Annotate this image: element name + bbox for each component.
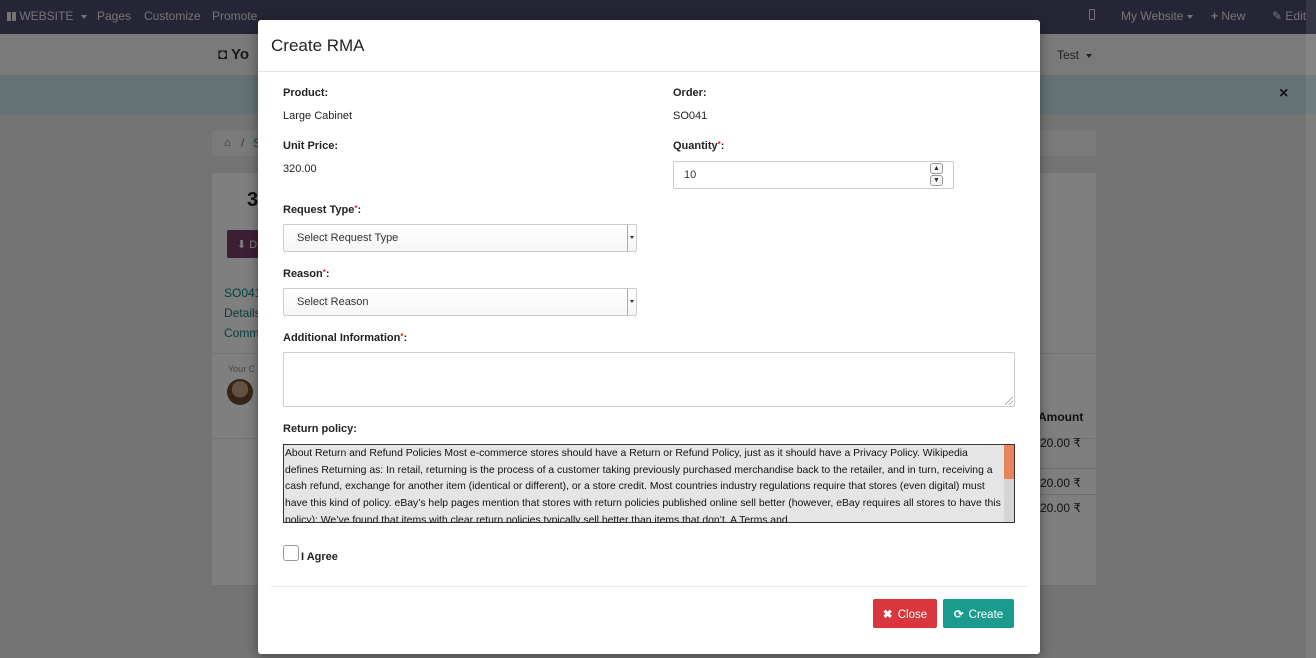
label-colon: : xyxy=(325,268,330,280)
return-policy-text: About Return and Refund Policies Most e-… xyxy=(285,448,1001,523)
label-colon: : xyxy=(403,332,408,344)
unit-price-label: Unit Price: xyxy=(283,140,339,152)
additional-info-label: Additional Information*: xyxy=(283,332,407,344)
additional-info-label-text: Additional Information xyxy=(283,332,401,344)
close-button-label: Close xyxy=(897,609,928,621)
create-rma-dialog: Create RMA Product: Large Cabinet Order:… xyxy=(258,20,1040,654)
close-icon: ✖ xyxy=(882,609,893,621)
product-label: Product: xyxy=(283,87,329,99)
quantity-label: Quantity*: xyxy=(673,140,724,152)
quantity-input[interactable]: 10 ▲ ▼ xyxy=(673,161,954,189)
page-scrollbar[interactable] xyxy=(1306,0,1316,658)
chevron-down-icon xyxy=(627,225,636,251)
create-button[interactable]: ⟳ Create xyxy=(943,599,1014,628)
order-value: SO041 xyxy=(673,110,708,122)
increment-icon[interactable]: ▲ xyxy=(930,163,943,174)
label-colon: : xyxy=(357,204,362,216)
dialog-title: Create RMA xyxy=(271,36,365,55)
unit-price-value: 320.00 xyxy=(283,163,317,175)
additional-info-textarea[interactable] xyxy=(283,352,1015,407)
return-policy-label: Return policy: xyxy=(283,423,357,435)
order-label: Order: xyxy=(673,87,707,99)
close-button[interactable]: ✖ Close xyxy=(873,599,937,628)
scrollbar-thumb[interactable] xyxy=(1004,445,1014,479)
reason-label-text: Reason xyxy=(283,268,323,280)
request-type-value: Select Request Type xyxy=(297,232,399,244)
create-button-label: Create xyxy=(968,609,1004,621)
resize-handle-icon[interactable] xyxy=(1005,397,1013,405)
return-policy-box[interactable]: About Return and Refund Policies Most e-… xyxy=(283,444,1015,523)
quantity-value: 10 xyxy=(684,169,697,181)
request-type-label: Request Type*: xyxy=(283,204,361,216)
dialog-header: Create RMA xyxy=(258,20,1040,72)
request-type-label-text: Request Type xyxy=(283,204,355,216)
reason-value: Select Reason xyxy=(297,296,369,308)
agree-label[interactable]: I Agree xyxy=(301,551,338,563)
label-colon: : xyxy=(720,140,725,152)
request-type-select[interactable]: Select Request Type xyxy=(283,224,637,252)
refresh-icon: ⟳ xyxy=(953,609,964,621)
decrement-icon[interactable]: ▼ xyxy=(930,175,943,186)
footer-divider xyxy=(271,586,1027,587)
product-value: Large Cabinet xyxy=(283,110,353,122)
reason-select[interactable]: Select Reason xyxy=(283,288,637,316)
chevron-down-icon xyxy=(627,289,636,315)
reason-label: Reason*: xyxy=(283,268,330,280)
agree-checkbox[interactable] xyxy=(283,545,299,561)
quantity-label-text: Quantity xyxy=(673,140,718,152)
